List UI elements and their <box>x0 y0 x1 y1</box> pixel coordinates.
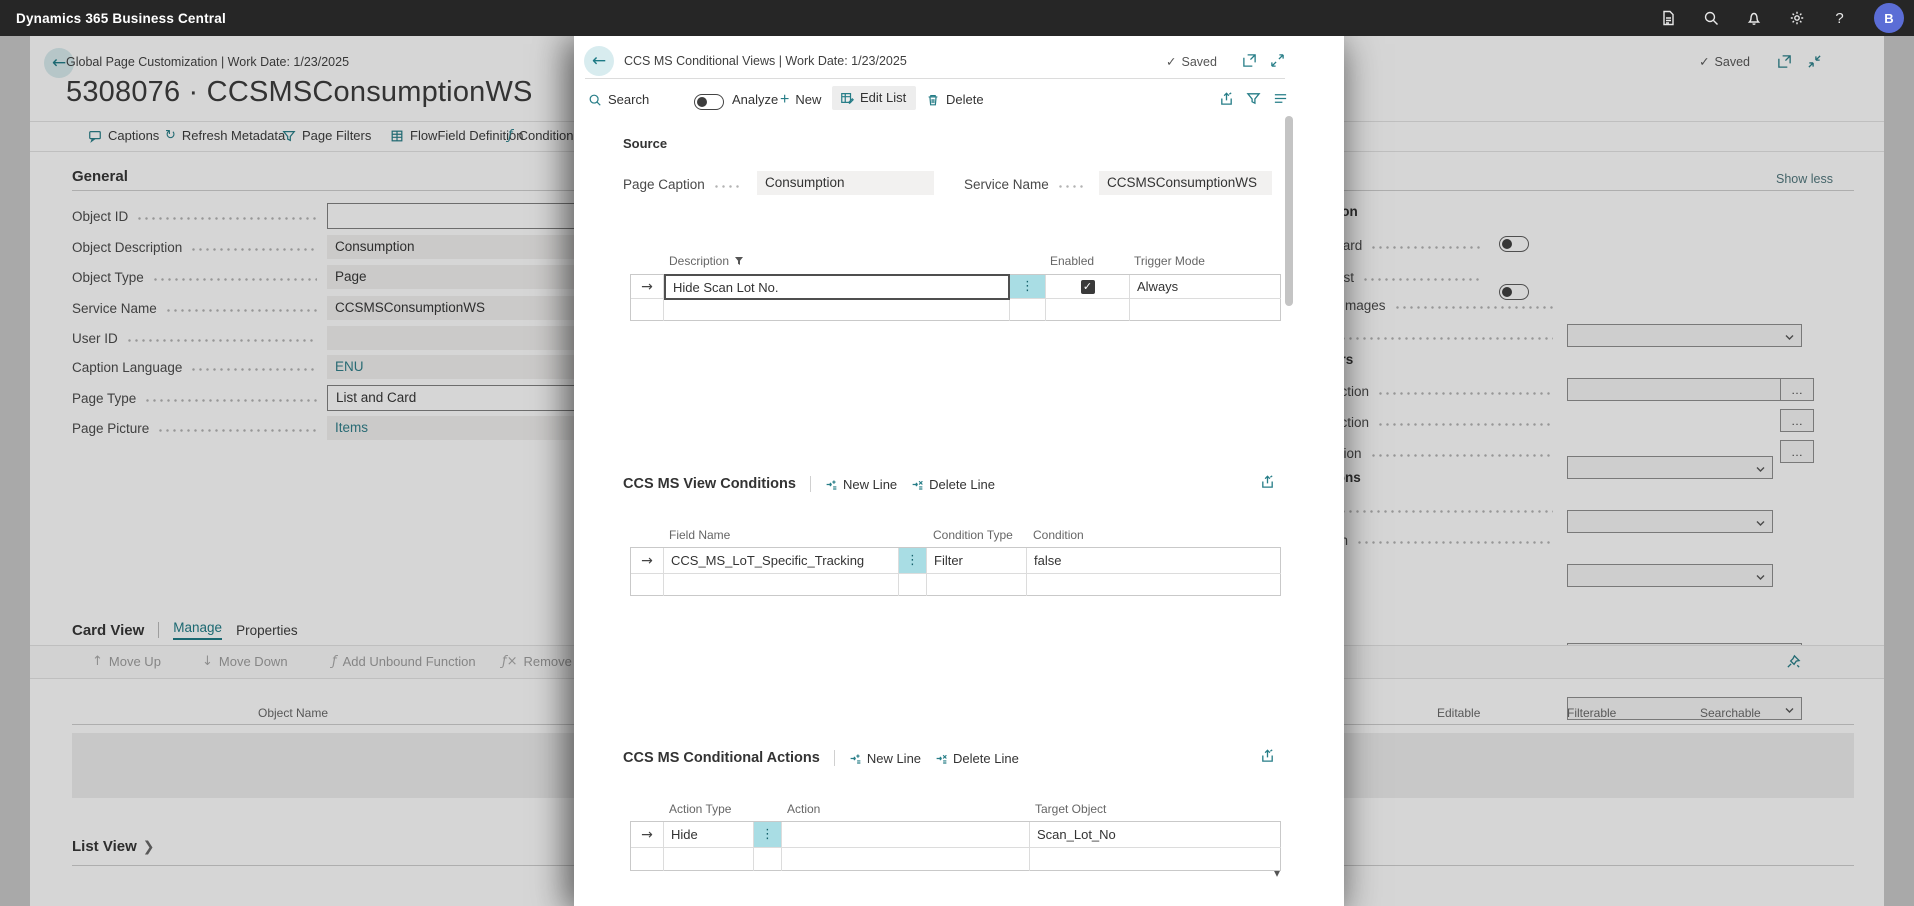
actions-share-icon[interactable] <box>1260 748 1275 768</box>
settings-gear-icon[interactable] <box>1788 10 1805 27</box>
app-root: Dynamics 365 Business Central ? B ← <box>0 0 1914 906</box>
actions-new-line-button[interactable]: New Line <box>849 751 921 766</box>
row-indicator: → <box>631 548 664 574</box>
actions-delete-line-button[interactable]: Delete Line <box>935 751 1019 766</box>
dialog-save-status: ✓ Saved <box>1166 54 1217 69</box>
description-column-header[interactable]: Description <box>669 254 729 268</box>
row-ellipsis-menu[interactable]: ⋮ <box>754 822 782 848</box>
app-title: Dynamics 365 Business Central <box>16 11 226 26</box>
user-avatar[interactable]: B <box>1874 3 1904 33</box>
empty-row-cell[interactable] <box>664 299 1010 321</box>
description-cell[interactable]: Hide Scan Lot No. <box>664 274 1010 300</box>
vertical-scrollbar[interactable] <box>1285 116 1293 306</box>
new-button[interactable]: + New <box>780 92 821 107</box>
action-type-column-header[interactable]: Action Type <box>669 802 731 816</box>
new-line-icon <box>849 752 862 765</box>
trash-icon <box>926 93 940 107</box>
row-indicator: → <box>631 822 664 848</box>
delete-line-icon <box>935 752 948 765</box>
dialog-service-name-label: Service Name <box>964 177 1049 192</box>
empty-row-cell[interactable] <box>664 574 899 596</box>
enabled-column-header[interactable]: Enabled <box>1050 254 1094 268</box>
top-bar: Dynamics 365 Business Central ? B <box>0 0 1914 36</box>
share-icon[interactable] <box>1219 91 1234 111</box>
conditional-actions-heading: CCS MS Conditional Actions <box>623 750 820 766</box>
report-icon[interactable] <box>1659 10 1676 27</box>
condition-type-cell[interactable]: Filter <box>927 548 1027 574</box>
dialog-service-name-field: CCSMSConsumptionWS <box>1099 171 1272 195</box>
dialog-expand-icon[interactable] <box>1270 53 1285 73</box>
search-icon[interactable] <box>1702 10 1719 27</box>
trigger-mode-cell[interactable]: Always <box>1130 275 1281 299</box>
help-icon[interactable]: ? <box>1831 10 1848 27</box>
new-line-icon <box>825 478 838 491</box>
action-column-header[interactable]: Action <box>787 802 820 816</box>
edit-list-button[interactable]: Edit List <box>832 86 916 110</box>
search-icon <box>588 93 602 107</box>
back-arrow-icon: ← <box>592 51 606 71</box>
notifications-bell-icon[interactable] <box>1745 10 1762 27</box>
target-object-cell[interactable]: Scan_Lot_No <box>1030 822 1281 848</box>
field-name-cell[interactable]: CCS_MS_LoT_Specific_Tracking <box>664 548 899 574</box>
delete-line-icon <box>911 478 924 491</box>
row-ellipsis-menu[interactable]: ⋮ <box>1010 275 1046 299</box>
condition-cell[interactable]: false <box>1027 548 1281 574</box>
enabled-cell[interactable]: ✓ <box>1046 275 1130 299</box>
page-caption-label: Page Caption <box>623 177 705 192</box>
page-caption-field: Consumption <box>757 171 934 195</box>
dialog-breadcrumb: CCS MS Conditional Views | Work Date: 1/… <box>624 54 907 68</box>
row-ellipsis-menu[interactable]: ⋮ <box>899 548 927 574</box>
source-heading: Source <box>623 136 667 151</box>
column-filter-icon <box>734 256 744 266</box>
conditions-new-line-button[interactable]: New Line <box>825 477 897 492</box>
delete-button[interactable]: Delete <box>926 92 984 107</box>
plus-icon: + <box>780 93 789 107</box>
conditional-actions-table: → Hide ⋮ Scan_Lot_No <box>630 821 1281 871</box>
conditional-views-dialog: ← CCS MS Conditional Views | Work Date: … <box>574 36 1344 906</box>
action-cell[interactable] <box>782 822 1030 848</box>
edit-list-icon <box>840 91 854 105</box>
checkbox-checked-icon[interactable]: ✓ <box>1081 280 1095 294</box>
check-icon: ✓ <box>1166 54 1176 69</box>
view-conditions-heading: CCS MS View Conditions <box>623 476 796 492</box>
options-menu-icon[interactable] <box>1273 91 1288 111</box>
views-table: → Hide Scan Lot No. ⋮ ✓ Always <box>630 274 1281 321</box>
trigger-mode-column-header[interactable]: Trigger Mode <box>1134 254 1205 268</box>
conditions-share-icon[interactable] <box>1260 474 1275 494</box>
row-indicator: → <box>631 275 664 299</box>
target-object-column-header[interactable]: Target Object <box>1035 802 1106 816</box>
condition-column-header[interactable]: Condition <box>1033 528 1084 542</box>
action-type-cell[interactable]: Hide <box>664 822 754 848</box>
filter-icon[interactable] <box>1246 91 1261 111</box>
dialog-open-in-window-icon[interactable] <box>1242 53 1257 73</box>
condition-type-column-header[interactable]: Condition Type <box>933 528 1013 542</box>
analyze-label: Analyze <box>732 92 778 107</box>
empty-row-cell[interactable] <box>664 848 754 871</box>
analyze-toggle[interactable] <box>694 94 724 110</box>
field-name-column-header[interactable]: Field Name <box>669 528 730 542</box>
conditions-delete-line-button[interactable]: Delete Line <box>911 477 995 492</box>
dialog-search-button[interactable]: Search <box>588 92 649 107</box>
view-conditions-table: → CCS_MS_LoT_Specific_Tracking ⋮ Filter … <box>630 547 1281 596</box>
dialog-back-button[interactable]: ← <box>584 46 614 76</box>
